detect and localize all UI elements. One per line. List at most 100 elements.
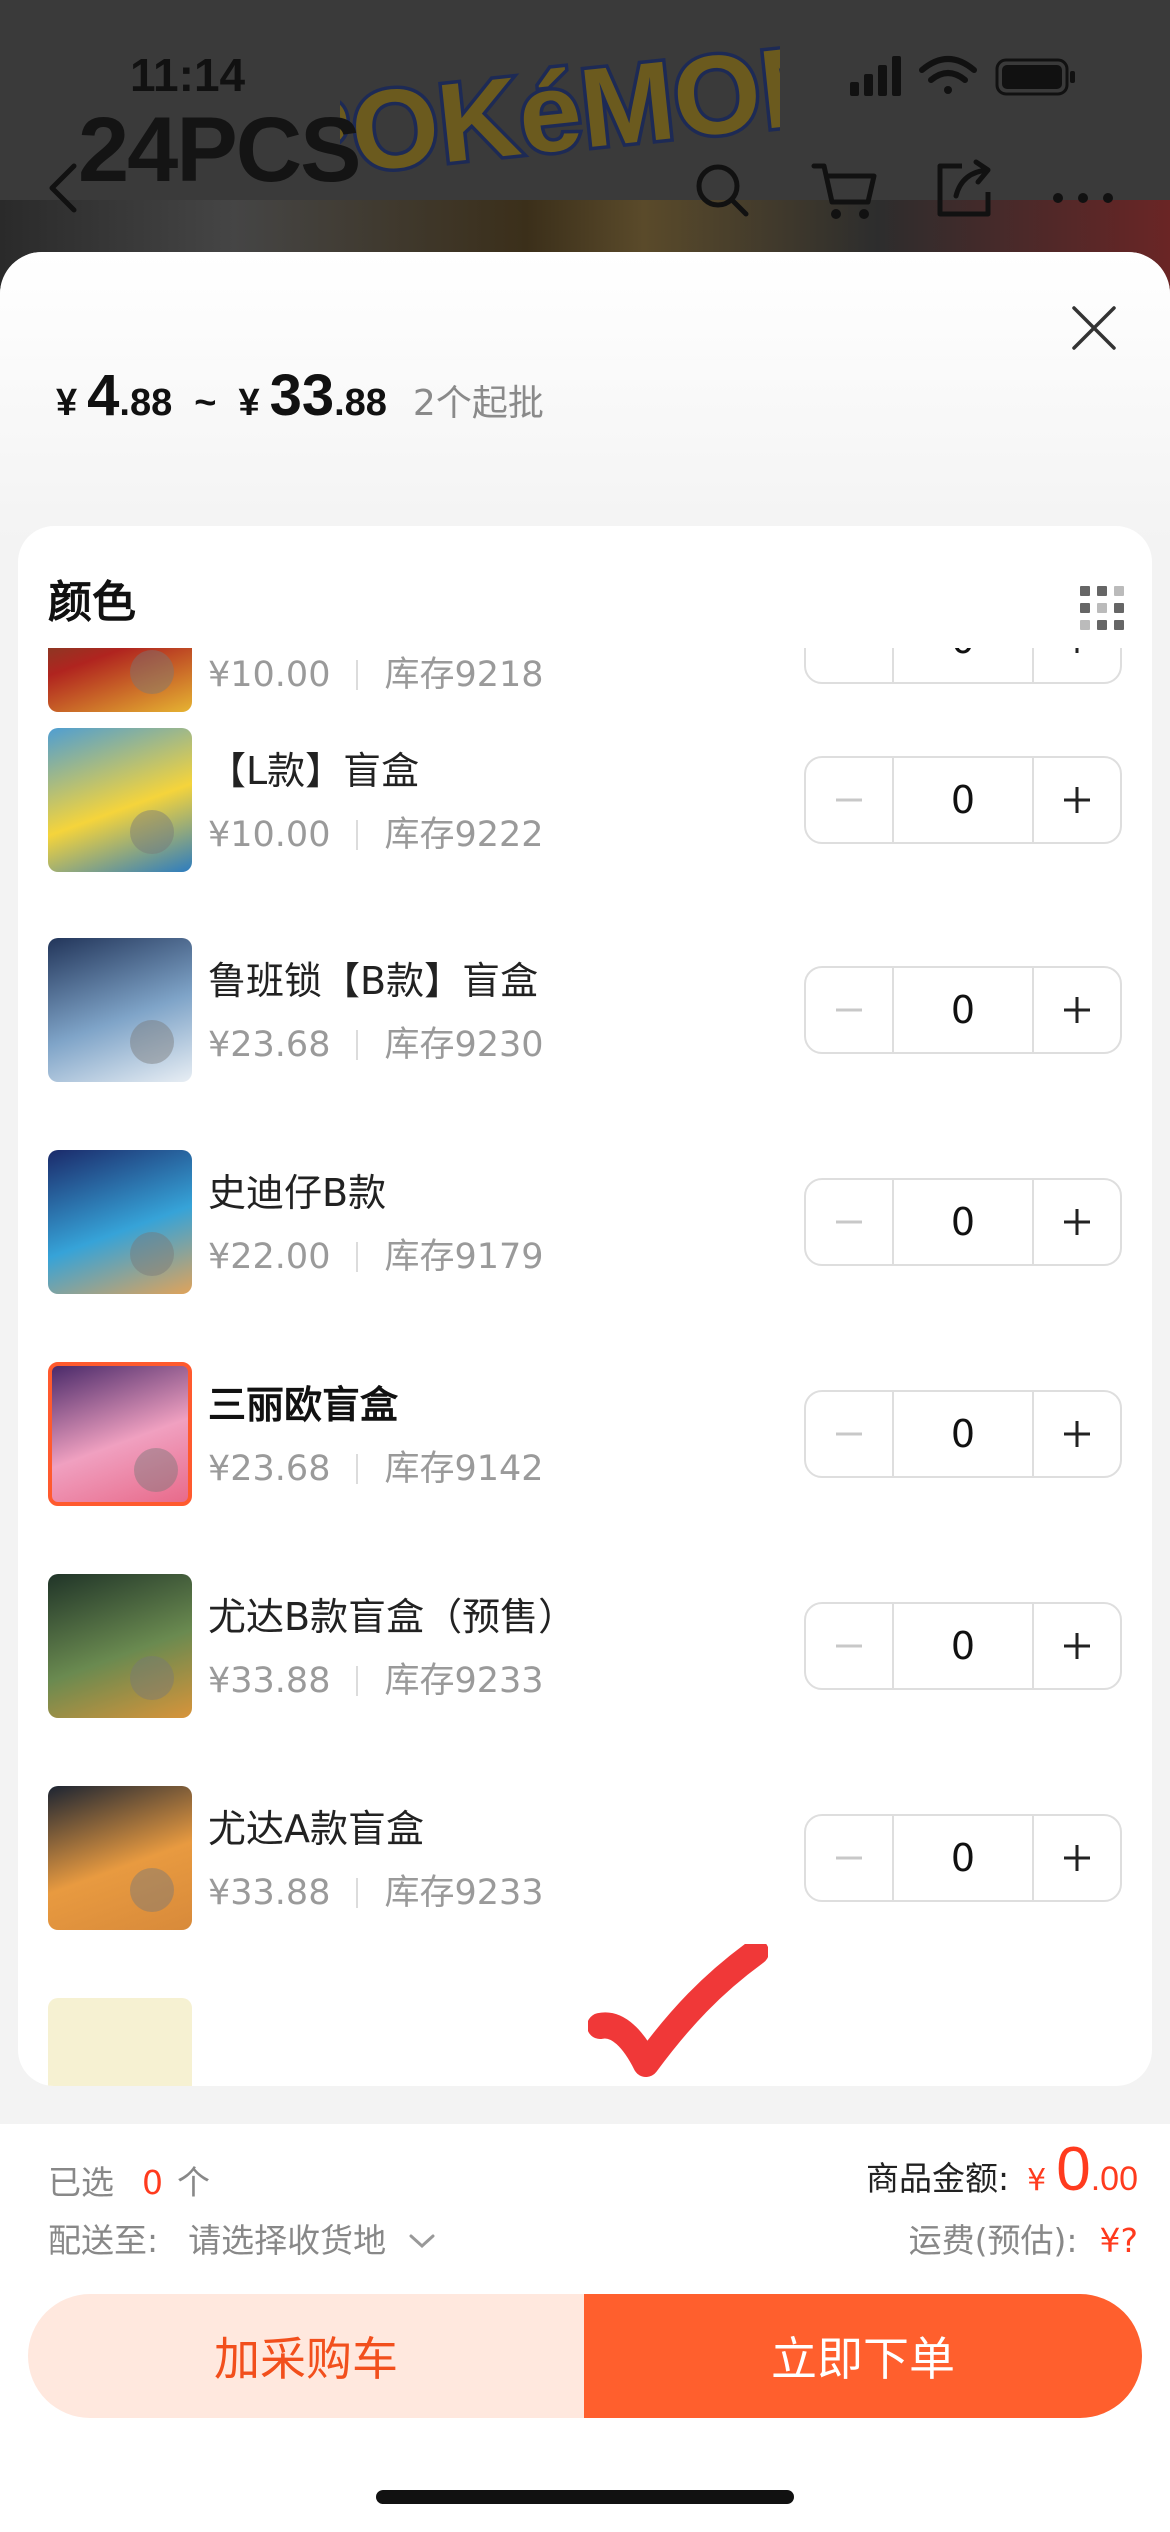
- quantity-stepper[interactable]: 0: [804, 1390, 1122, 1478]
- decrease-button[interactable]: [806, 1816, 892, 1900]
- expand-icon[interactable]: [130, 810, 174, 854]
- quantity-value[interactable]: 0: [892, 758, 1034, 842]
- quantity-stepper[interactable]: 0: [804, 1178, 1122, 1266]
- sku-meta: ¥23.68 库存9230: [208, 1016, 544, 1067]
- sku-thumbnail[interactable]: [48, 1150, 192, 1294]
- sku-stock: 库存9179: [384, 1237, 544, 1277]
- product-label: 24PCS: [78, 99, 361, 201]
- quantity-stepper[interactable]: 0: [804, 1602, 1122, 1690]
- increase-button[interactable]: [1034, 1816, 1120, 1900]
- sku-title: 史迪仔B款: [208, 1171, 387, 1215]
- expand-icon[interactable]: [130, 1868, 174, 1912]
- increase-button[interactable]: [1034, 1392, 1120, 1476]
- increase-button[interactable]: [1034, 1604, 1120, 1688]
- sku-meta: ¥10.00 库存9218: [208, 648, 544, 697]
- ship-to-selector[interactable]: 配送至: 请选择收货地: [48, 2214, 437, 2262]
- more-icon[interactable]: [1048, 158, 1118, 222]
- fee-value: ¥?: [1099, 2221, 1138, 2260]
- sku-stock: 库存9230: [384, 1025, 544, 1065]
- increase-button[interactable]: [1034, 648, 1120, 682]
- decrease-button[interactable]: [806, 1392, 892, 1476]
- price-range-tilde: ~: [194, 382, 217, 424]
- sku-list[interactable]: ¥10.00 库存9218 0 【L款】盲盒 ¥10.00 库存9222 0: [18, 648, 1152, 2086]
- minus-icon: [836, 1432, 862, 1436]
- sku-thumbnail[interactable]: [48, 1786, 192, 1930]
- decrease-button[interactable]: [806, 758, 892, 842]
- cart-icon[interactable]: [810, 158, 880, 222]
- increase-button[interactable]: [1034, 1180, 1120, 1264]
- amount-int: 0: [1056, 2135, 1091, 2204]
- expand-icon[interactable]: [130, 650, 174, 694]
- expand-icon[interactable]: [130, 1232, 174, 1276]
- meta-divider: [356, 1030, 359, 1060]
- price-to-currency: ¥: [238, 382, 260, 424]
- back-icon[interactable]: [40, 158, 90, 218]
- sku-row: 史迪仔B款 ¥22.00 库存9179 0: [18, 1150, 1152, 1300]
- expand-icon[interactable]: [130, 1020, 174, 1064]
- sku-row: ¥10.00 库存9218 0: [18, 648, 1152, 718]
- home-indicator[interactable]: [376, 2490, 794, 2504]
- ship-value[interactable]: 请选择收货地: [188, 2221, 386, 2260]
- close-icon[interactable]: [1068, 302, 1120, 354]
- plus-icon: [1064, 1209, 1090, 1235]
- battery-icon: [995, 58, 1075, 96]
- quantity-value[interactable]: 0: [892, 1392, 1034, 1476]
- expand-icon[interactable]: [130, 1656, 174, 1700]
- price-range: ¥ 4 .88 ~ ¥ 33 .88 2个起批: [56, 362, 544, 429]
- expand-icon[interactable]: [134, 1448, 178, 1492]
- sku-price: ¥23.68: [208, 1449, 331, 1489]
- quantity-value[interactable]: 0: [892, 968, 1034, 1052]
- decrease-button[interactable]: [806, 1604, 892, 1688]
- quantity-stepper[interactable]: 0: [804, 648, 1122, 684]
- selected-unit: 个: [177, 2163, 210, 2202]
- plus-icon: [1064, 997, 1090, 1023]
- checkmark-annotation: [588, 1944, 768, 2077]
- sku-row: 【L款】盲盒 ¥10.00 库存9222 0: [18, 728, 1152, 878]
- signal-icon: [850, 56, 901, 96]
- selected-label: 已选: [48, 2163, 114, 2202]
- shipping-fee: 运费(预估): ¥?: [909, 2214, 1138, 2262]
- sku-price: ¥33.88: [208, 1661, 331, 1701]
- decrease-button[interactable]: [806, 648, 892, 682]
- sku-thumbnail-selected[interactable]: [48, 1362, 192, 1506]
- fee-label: 运费(预估):: [908, 2221, 1078, 2260]
- sku-thumbnail[interactable]: [48, 938, 192, 1082]
- sku-meta: ¥23.68 库存9142: [208, 1440, 544, 1491]
- quantity-value[interactable]: 0: [892, 1816, 1034, 1900]
- sku-row-partial: [18, 1998, 1152, 2086]
- increase-button[interactable]: [1034, 968, 1120, 1052]
- sku-thumbnail[interactable]: [48, 1574, 192, 1718]
- decrease-button[interactable]: [806, 1180, 892, 1264]
- sku-title: 尤达A款盲盒: [208, 1807, 424, 1851]
- price-to-int: 33: [269, 363, 335, 428]
- amount-dec: .00: [1090, 2160, 1138, 2198]
- sku-meta: ¥22.00 库存9179: [208, 1228, 544, 1279]
- selected-summary: 已选 0 个: [48, 2156, 210, 2204]
- share-icon[interactable]: [932, 158, 996, 222]
- meta-divider: [356, 1454, 359, 1484]
- quantity-value[interactable]: 0: [892, 1604, 1034, 1688]
- sku-title: 鲁班锁【B款】盲盒: [208, 959, 539, 1003]
- sku-row: 三丽欧盲盒 ¥23.68 库存9142 0: [18, 1362, 1152, 1512]
- price-from-dec: .88: [119, 382, 173, 424]
- quantity-value[interactable]: 0: [892, 1180, 1034, 1264]
- sku-row: 尤达B款盲盒（预售） ¥33.88 库存9233 0: [18, 1574, 1152, 1724]
- chevron-down-icon[interactable]: [407, 2230, 437, 2252]
- plus-icon: [1064, 1421, 1090, 1447]
- status-time: 11:14: [130, 49, 246, 101]
- quantity-stepper[interactable]: 0: [804, 1814, 1122, 1902]
- add-to-cart-button[interactable]: 加采购车: [28, 2294, 584, 2418]
- order-now-button[interactable]: 立即下单: [584, 2294, 1142, 2418]
- quantity-stepper[interactable]: 0: [804, 756, 1122, 844]
- quantity-value[interactable]: 0: [892, 648, 1034, 682]
- sku-thumbnail[interactable]: [48, 728, 192, 872]
- wifi-icon: [919, 56, 977, 94]
- sku-thumbnail[interactable]: [48, 648, 192, 712]
- minus-icon: [836, 798, 862, 802]
- search-icon[interactable]: [690, 158, 754, 222]
- decrease-button[interactable]: [806, 968, 892, 1052]
- increase-button[interactable]: [1034, 758, 1120, 842]
- sku-thumbnail[interactable]: [48, 1998, 192, 2086]
- quantity-stepper[interactable]: 0: [804, 966, 1122, 1054]
- grid-view-icon[interactable]: [1078, 584, 1126, 632]
